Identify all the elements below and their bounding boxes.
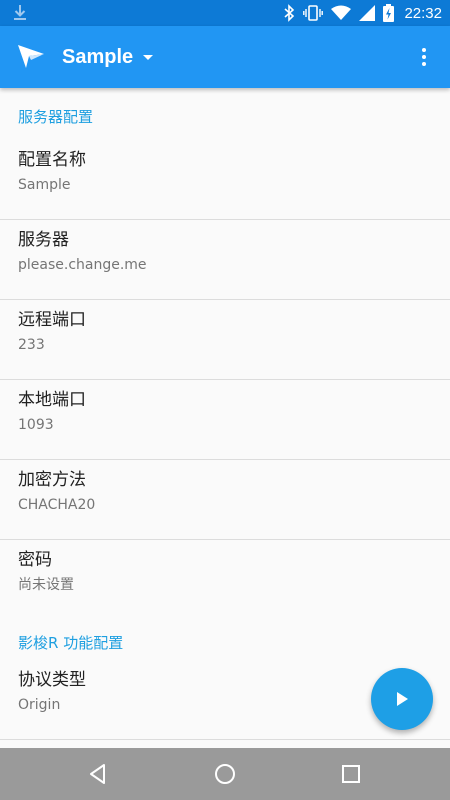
pref-value: 1093 (18, 417, 54, 433)
pref-value: please.change.me (18, 257, 147, 273)
pref-remote-port[interactable]: 远程端口 233 (0, 300, 450, 380)
back-triangle-icon[interactable] (86, 762, 110, 786)
status-time: 22:32 (404, 4, 442, 22)
app-title: Sample (62, 45, 134, 68)
profile-selector[interactable]: Sample (62, 26, 154, 88)
bluetooth-icon (284, 4, 295, 22)
pref-value: 尚未设置 (18, 577, 74, 593)
more-vert-icon[interactable] (412, 44, 436, 70)
pref-title: 密码 (18, 550, 52, 570)
preferences-list: 服务器配置 配置名称 Sample 服务器 please.change.me 远… (0, 88, 450, 748)
pref-local-port[interactable]: 本地端口 1093 (0, 380, 450, 460)
signal-icon (359, 5, 376, 21)
pref-title: 本地端口 (18, 390, 86, 410)
section-header-feature-config: 影梭R 功能配置 (18, 634, 124, 652)
pref-value: 233 (18, 337, 45, 353)
chevron-down-icon (143, 54, 154, 60)
pref-encrypt-method[interactable]: 加密方法 CHACHA20 (0, 460, 450, 540)
connect-button[interactable] (371, 668, 433, 730)
vibrate-icon (303, 5, 324, 21)
pref-value: Sample (18, 177, 71, 193)
status-icons: 22:32 (283, 0, 442, 26)
paper-plane-icon (18, 45, 44, 68)
pref-server[interactable]: 服务器 please.change.me (0, 220, 450, 300)
battery-charging-icon (383, 4, 395, 22)
pref-password[interactable]: 密码 尚未设置 (0, 540, 450, 620)
play-icon (397, 692, 408, 706)
pref-profile-name[interactable]: 配置名称 Sample (0, 140, 450, 220)
section-header-server-config: 服务器配置 (18, 108, 94, 126)
recents-square-icon[interactable] (339, 762, 363, 786)
app-bar: Sample (0, 26, 450, 88)
pref-value: CHACHA20 (18, 497, 96, 513)
status-bar: 22:32 (0, 0, 450, 26)
pref-title: 配置名称 (18, 150, 86, 170)
wifi-icon (331, 5, 352, 20)
pref-title: 远程端口 (18, 310, 86, 330)
pref-title: 服务器 (18, 230, 69, 250)
download-icon (14, 5, 26, 20)
home-circle-icon[interactable] (213, 762, 237, 786)
pref-title: 加密方法 (18, 470, 86, 490)
navigation-bar (0, 748, 450, 800)
